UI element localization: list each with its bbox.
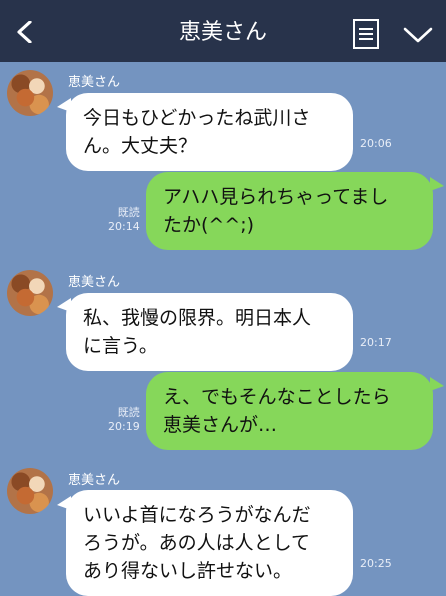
message-line: え、でもそんなことしたら <box>163 386 391 408</box>
message-bubble-outgoing[interactable]: え、でもそんなことしたら 恵美さんが… <box>146 372 433 450</box>
avatar[interactable] <box>7 468 53 514</box>
sender-name: 恵美さん <box>68 275 121 290</box>
message-line: たか(^^;) <box>163 214 255 236</box>
message-line: 今日もひどかったね武川さ <box>83 107 311 129</box>
message-time: 20:14 <box>108 220 140 233</box>
chevron-down-icon[interactable] <box>403 26 433 44</box>
document-menu-icon[interactable] <box>352 18 380 50</box>
message-line: アハハ見られちゃってまし <box>163 186 389 208</box>
message-bubble-incoming[interactable]: いいよ首になろうがなんだ ろうが。あの人は人として あり得ないし許せない。 <box>66 490 353 596</box>
sender-name: 恵美さん <box>68 473 121 488</box>
message-time: 20:06 <box>360 137 392 150</box>
avatar[interactable] <box>7 270 53 316</box>
read-receipt: 既読 20:19 <box>108 406 140 434</box>
message-line: 恵美さんが… <box>163 414 278 436</box>
read-receipt: 既読 20:14 <box>108 206 140 234</box>
bubble-tail <box>430 177 444 191</box>
chat-header: 恵美さん <box>0 0 446 62</box>
sender-name: 恵美さん <box>68 75 121 90</box>
message-line: ろうが。あの人は人として <box>83 532 311 554</box>
read-label: 既読 <box>117 206 140 219</box>
bubble-tail <box>430 377 444 391</box>
message-bubble-outgoing[interactable]: アハハ見られちゃってまし たか(^^;) <box>146 172 433 250</box>
message-line: ん。大丈夫？ <box>83 135 198 157</box>
message-line: あり得ないし許せない。 <box>83 560 293 582</box>
read-label: 既読 <box>117 406 140 419</box>
message-bubble-incoming[interactable]: 今日もひどかったね武川さ ん。大丈夫？ <box>66 93 353 171</box>
message-line: 私、我慢の限界。明日本人 <box>83 307 312 329</box>
message-line: いいよ首になろうがなんだ <box>83 504 311 526</box>
message-time: 20:19 <box>108 420 140 433</box>
message-bubble-incoming[interactable]: 私、我慢の限界。明日本人 に言う。 <box>66 293 353 371</box>
avatar[interactable] <box>7 70 53 116</box>
message-time: 20:17 <box>360 336 392 349</box>
message-time: 20:25 <box>360 557 392 570</box>
message-line: に言う。 <box>83 335 158 357</box>
